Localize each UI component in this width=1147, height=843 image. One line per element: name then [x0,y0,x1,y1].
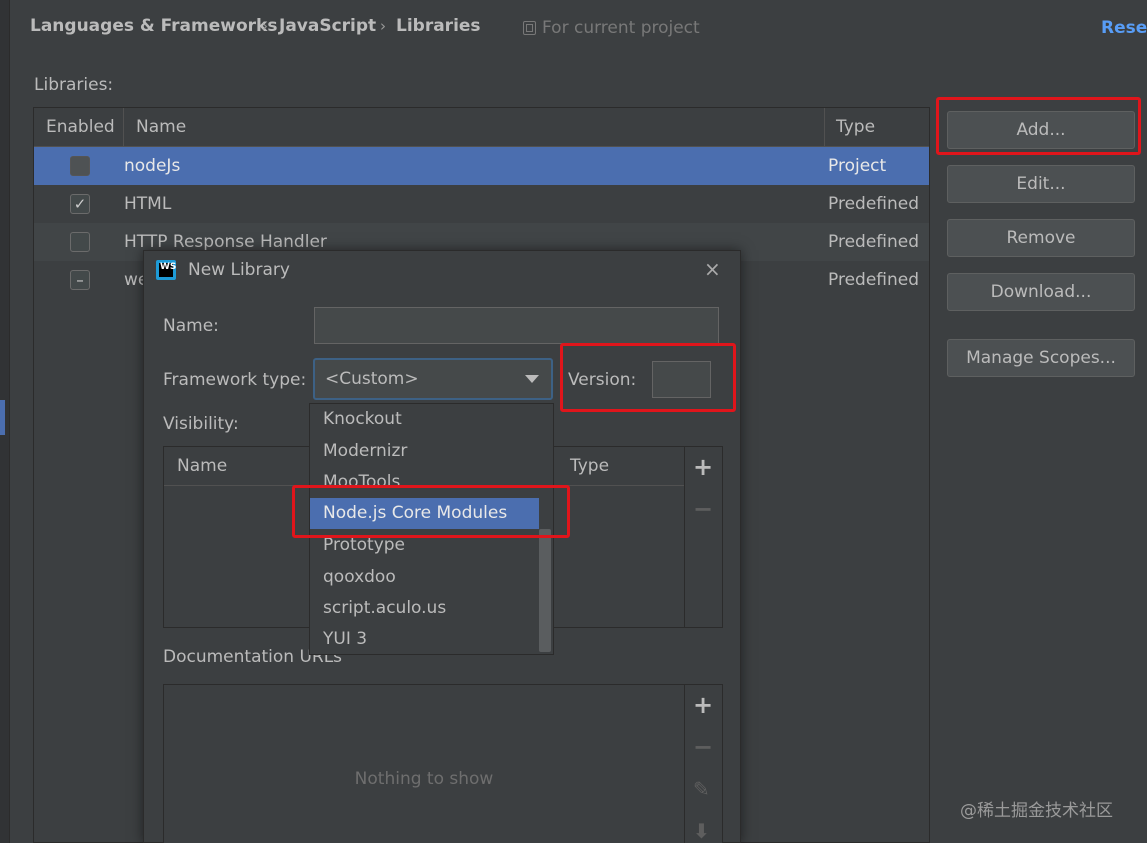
documentation-urls-table: Nothing to show + − ✎ ⬇ [163,684,723,843]
enabled-checkbox[interactable]: – [70,270,90,290]
highlight-add-button [936,97,1141,155]
framework-option[interactable]: qooxdoo [310,562,539,593]
highlight-version [560,343,736,412]
highlight-nodejs-option [292,485,570,538]
library-name: nodeJs [124,156,181,176]
name-field[interactable] [314,307,719,344]
close-icon[interactable]: × [704,257,721,281]
library-type: Predefined [828,194,920,214]
column-divider [123,108,124,147]
framework-type-value: <Custom> [325,369,419,389]
column-name[interactable]: Name [177,447,227,486]
framework-option[interactable]: YUI 3 [310,624,539,655]
framework-type-label: Framework type: [163,370,307,390]
library-type: Project [828,156,887,176]
enabled-checkbox[interactable] [70,232,90,252]
breadcrumb-javascript[interactable]: JavaScript [279,16,376,36]
download-icon[interactable]: ⬇ [693,819,710,843]
framework-option[interactable]: script.aculo.us [310,593,539,624]
enabled-checkbox[interactable]: ✓ [70,194,90,214]
table-row[interactable]: ✓ HTML Predefined [34,185,929,223]
enabled-checkbox[interactable] [70,156,90,176]
add-icon[interactable]: + [693,453,713,481]
framework-option[interactable]: Modernizr [310,436,539,467]
framework-type-select[interactable]: <Custom> [313,358,553,400]
breadcrumb-languages-frameworks[interactable]: Languages & Frameworks [30,16,277,36]
column-type[interactable]: Type [570,447,609,486]
documentation-toolbar: + − ✎ ⬇ [684,685,722,843]
visibility-label: Visibility: [163,414,239,434]
copy-icon [523,21,536,35]
left-panel-strip [0,0,10,843]
add-icon[interactable]: + [693,691,713,719]
name-label: Name: [163,316,219,336]
breadcrumb-separator: › [380,17,386,35]
breadcrumb-separator: › [262,17,268,35]
remove-button[interactable]: Remove [947,219,1135,257]
libraries-label: Libraries: [34,75,114,95]
dropdown-scrollbar[interactable] [539,529,551,652]
libraries-table-header: Enabled Name Type [34,108,929,147]
breadcrumb-libraries: Libraries [396,16,481,36]
edit-button[interactable]: Edit... [947,165,1135,203]
webstorm-icon: WS [156,260,176,280]
download-button[interactable]: Download... [947,273,1135,311]
library-type: Predefined [828,270,920,290]
scope-note: For current project [523,18,700,38]
empty-text: Nothing to show [354,769,494,789]
chevron-down-icon [525,375,539,383]
watermark: @稀土掘金技术社区 [960,801,1113,821]
table-row[interactable]: nodeJs Project [34,147,929,185]
reset-link[interactable]: Reset [1101,18,1147,38]
library-type: Predefined [828,232,920,252]
manage-scopes-button[interactable]: Manage Scopes... [947,339,1135,377]
column-name[interactable]: Name [136,108,186,147]
edit-icon[interactable]: ✎ [693,777,710,801]
remove-icon[interactable]: − [693,495,713,523]
remove-icon[interactable]: − [693,733,713,761]
column-type[interactable]: Type [836,108,875,147]
visibility-toolbar: + − [684,447,722,627]
dialog-title: New Library [188,260,290,280]
scope-note-text: For current project [542,18,700,38]
library-name: HTML [124,194,172,214]
column-divider [824,108,825,147]
column-enabled[interactable]: Enabled [46,108,115,147]
left-panel-selection-marker [0,400,5,435]
framework-option[interactable]: Knockout [310,404,539,435]
